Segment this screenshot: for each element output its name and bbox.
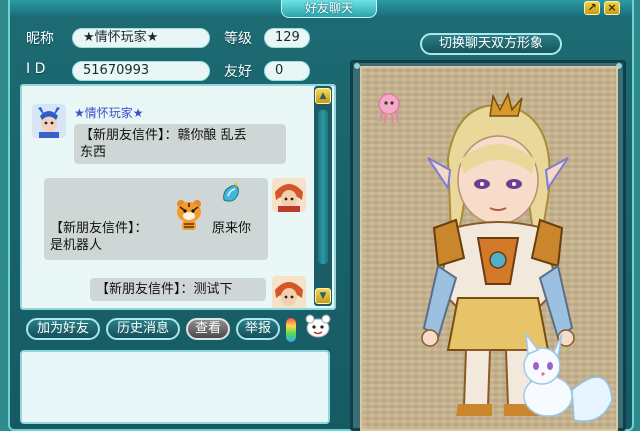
message-line: 【新朋友信件】：赣你酿 乱丢 (80, 128, 247, 143)
history-button[interactable]: 历史消息 (106, 318, 180, 340)
chat-bubble-1: 【新朋友信件】：赣你酿 乱丢 东西 (74, 124, 286, 164)
level-field: 129 (264, 28, 310, 48)
pin-icon[interactable]: ↗ (584, 1, 600, 15)
fox-pet (512, 330, 616, 430)
message-line: 东西 (80, 145, 107, 160)
friendship-field: 0 (264, 61, 310, 81)
friendship-label: 友好 (224, 64, 252, 80)
chat-scrollbar[interactable]: ▲ ▼ (314, 86, 332, 306)
message-line: 【新朋友信件】：测试下 (96, 282, 233, 297)
sender-name: ★情怀玩家★ (74, 106, 144, 120)
message-input[interactable] (20, 350, 330, 424)
message-row: 【新朋友信件】： 原来你 是机器人 (44, 220, 268, 254)
nickname-label: 昵称 (26, 31, 54, 47)
scroll-thumb[interactable] (318, 110, 328, 264)
scroll-down-icon[interactable]: ▼ (315, 288, 331, 304)
scroll-up-icon[interactable]: ▲ (315, 88, 331, 104)
message-line: 是机器人 (50, 238, 103, 253)
chat-log: ★情怀玩家★ 【新朋友信件】：赣你酿 乱丢 东西 【新朋友信件】： 原来你 是机… (20, 84, 336, 310)
character-portrait (360, 66, 618, 431)
my-avatar (272, 276, 306, 308)
chat-bubble-2: 【新朋友信件】： 原来你 是机器人 (44, 178, 268, 260)
view-button[interactable]: 查看 (186, 318, 230, 340)
id-label: I D (26, 61, 46, 77)
level-label: 等级 (224, 31, 252, 47)
emoji-icon[interactable] (304, 312, 332, 340)
id-field: 51670993 (72, 61, 210, 81)
sender-avatar (32, 104, 66, 138)
chat-bubble-3: 【新朋友信件】：测试下 (90, 278, 266, 301)
message-line: 【新朋友信件】： (50, 221, 148, 236)
color-palette-icon[interactable] (286, 318, 296, 342)
window-title: 好友聊天 (281, 0, 377, 18)
message-suffix: 原来你 (212, 221, 252, 236)
my-avatar (272, 178, 306, 212)
jade-pendant-icon (220, 182, 242, 206)
add-friend-button[interactable]: 加为好友 (26, 318, 100, 340)
close-icon[interactable]: × (604, 1, 620, 15)
report-button[interactable]: 举报 (236, 318, 280, 340)
nickname-field: ★情怀玩家★ (72, 28, 210, 48)
swap-portrait-button[interactable]: 切换聊天双方形象 (420, 33, 562, 55)
